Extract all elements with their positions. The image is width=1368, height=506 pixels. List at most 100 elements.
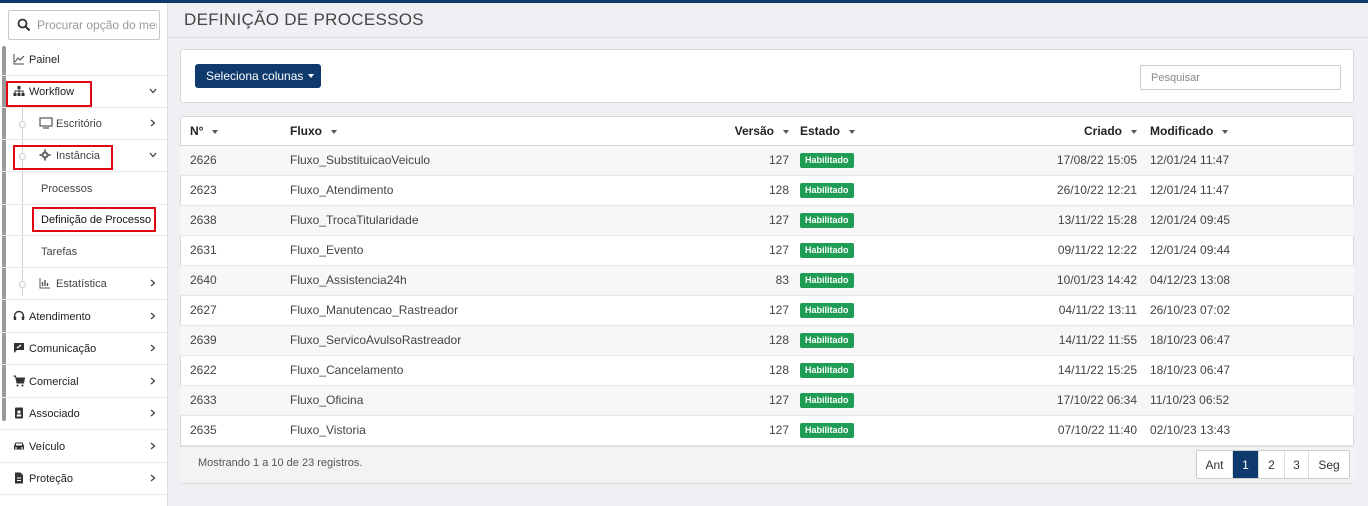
cell-fluxo: Fluxo_Assistencia24h [280, 265, 720, 296]
chevron-right-icon [150, 119, 156, 127]
cell-criado: 14/11/22 11:55 [990, 325, 1150, 356]
sidebar-item-tarefas[interactable]: Tarefas [0, 236, 167, 268]
sidebar-item-label: Tarefas [41, 245, 78, 258]
sidebar-item-associado[interactable]: Associado [0, 398, 167, 430]
cell-estado: Habilitado [800, 205, 990, 236]
cell-versao: 128 [720, 175, 800, 206]
cell-estado: Habilitado [800, 325, 990, 356]
chevron-right-icon [150, 474, 156, 482]
header-criado[interactable]: Criado [990, 117, 1150, 146]
table-row[interactable]: 2626 Fluxo_SubstituicaoVeiculo 127 Habil… [180, 145, 1354, 176]
table-row[interactable]: 2638 Fluxo_TrocaTitularidade 127 Habilit… [180, 205, 1354, 236]
cell-versao: 127 [720, 235, 800, 266]
header-label: Fluxo [290, 123, 322, 138]
table-row[interactable]: 2640 Fluxo_Assistencia24h 83 Habilitado … [180, 265, 1354, 296]
file-document-icon [15, 472, 23, 484]
bar-chart-icon [39, 278, 50, 289]
sidebar-item-painel[interactable]: Painel [0, 44, 167, 76]
chevron-right-icon [150, 442, 156, 450]
cell-modificado: 02/10/23 13:43 [1150, 415, 1354, 446]
sidebar-item-label: Processos [41, 182, 93, 195]
select-columns-label: Seleciona colunas [206, 69, 304, 83]
header-modificado[interactable]: Modificado [1150, 117, 1354, 146]
header-fluxo[interactable]: Fluxo [280, 117, 720, 146]
process-table: N° Fluxo Versão Estado Criado Modificado… [180, 117, 1354, 446]
header-versao[interactable]: Versão [720, 117, 800, 146]
chevron-right-icon [150, 377, 156, 385]
cell-numero: 2622 [180, 355, 280, 386]
cell-numero: 2631 [180, 235, 280, 266]
cell-modificado: 12/01/24 11:47 [1150, 175, 1354, 206]
cell-numero: 2627 [180, 295, 280, 326]
cell-fluxo: Fluxo_TrocaTitularidade [280, 205, 720, 236]
tree-node-dot [19, 121, 26, 128]
top-accent-bar [0, 0, 1368, 3]
cell-versao: 127 [720, 205, 800, 236]
chevron-right-icon [150, 409, 156, 417]
sort-icon [331, 129, 337, 134]
tree-node-dot [19, 281, 26, 288]
cell-modificado: 26/10/23 07:02 [1150, 295, 1354, 326]
cell-criado: 07/10/22 11:40 [990, 415, 1150, 446]
pagination: Ant 1 2 3 Seg [1196, 450, 1350, 479]
page-title: DEFINIÇÃO DE PROCESSOS [184, 10, 424, 29]
cell-numero: 2633 [180, 385, 280, 416]
cell-estado: Habilitado [800, 295, 990, 326]
header-label: Criado [1083, 123, 1122, 138]
menu-search-box[interactable] [8, 10, 160, 40]
cell-estado: Habilitado [800, 355, 990, 386]
table-row[interactable]: 2631 Fluxo_Evento 127 Habilitado 09/11/2… [180, 235, 1354, 266]
sidebar-item-label: Associado [29, 407, 80, 420]
cell-criado: 14/11/22 15:25 [990, 355, 1150, 386]
table-row[interactable]: 2627 Fluxo_Manutencao_Rastreador 127 Hab… [180, 295, 1354, 326]
menu-search-input[interactable] [37, 16, 157, 34]
chevron-down-icon [149, 88, 157, 94]
chevron-right-icon [150, 344, 156, 352]
status-badge: Habilitado [800, 303, 854, 318]
cell-criado: 09/11/22 12:22 [990, 235, 1150, 266]
sidebar-item-comercial[interactable]: Comercial [0, 366, 167, 398]
header-label: Estado [800, 123, 841, 138]
chevron-right-icon [150, 279, 156, 287]
table-row[interactable]: 2633 Fluxo_Oficina 127 Habilitado 17/10/… [180, 385, 1354, 416]
select-columns-button[interactable]: Seleciona colunas [195, 64, 321, 88]
cell-modificado: 18/10/23 06:47 [1150, 355, 1354, 386]
sidebar-item-label: Comunicação [29, 342, 97, 355]
table-row[interactable]: 2623 Fluxo_Atendimento 128 Habilitado 26… [180, 175, 1354, 206]
sidebar-item-veiculo[interactable]: Veículo [0, 431, 167, 463]
pagination-page-1[interactable]: 1 [1233, 451, 1259, 478]
header-numero[interactable]: N° [180, 117, 280, 146]
sidebar-item-label: Atendimento [29, 310, 91, 323]
line-chart-icon [13, 54, 25, 65]
sidebar-item-atendimento[interactable]: Atendimento [0, 301, 167, 333]
cell-estado: Habilitado [800, 145, 990, 176]
sidebar-item-label: Proteção [29, 472, 74, 485]
cell-numero: 2638 [180, 205, 280, 236]
pagination-page-2[interactable]: 2 [1259, 451, 1285, 478]
sort-icon [783, 129, 789, 134]
sidebar-item-comunicacao[interactable]: Comunicação [0, 333, 167, 365]
table-search-input[interactable] [1140, 65, 1341, 90]
header-label: N° [190, 123, 204, 138]
sidebar-item-protecao[interactable]: Proteção [0, 463, 167, 495]
cell-fluxo: Fluxo_SubstituicaoVeiculo [280, 145, 720, 176]
header-estado[interactable]: Estado [800, 117, 990, 146]
status-badge: Habilitado [800, 423, 854, 438]
status-badge: Habilitado [800, 393, 854, 408]
cell-modificado: 12/01/24 09:44 [1150, 235, 1354, 266]
status-badge: Habilitado [800, 153, 854, 168]
table-row[interactable]: 2639 Fluxo_ServicoAvulsoRastreador 128 H… [180, 325, 1354, 356]
table-row[interactable]: 2635 Fluxo_Vistoria 127 Habilitado 07/10… [180, 415, 1354, 446]
car-icon [14, 442, 24, 450]
cell-fluxo: Fluxo_ServicoAvulsoRastreador [280, 325, 720, 356]
chevron-right-icon [150, 312, 156, 320]
pagination-next-button[interactable]: Seg [1309, 451, 1349, 478]
pagination-prev-button[interactable]: Ant [1197, 451, 1233, 478]
sort-icon [849, 129, 856, 134]
table-row[interactable]: 2622 Fluxo_Cancelamento 128 Habilitado 1… [180, 355, 1354, 386]
sidebar-item-processos[interactable]: Processos [0, 173, 167, 205]
cell-versao: 127 [720, 415, 800, 446]
cell-criado: 04/11/22 13:11 [990, 295, 1150, 326]
pagination-page-3[interactable]: 3 [1285, 451, 1309, 478]
sidebar-item-label: Painel [29, 53, 60, 66]
